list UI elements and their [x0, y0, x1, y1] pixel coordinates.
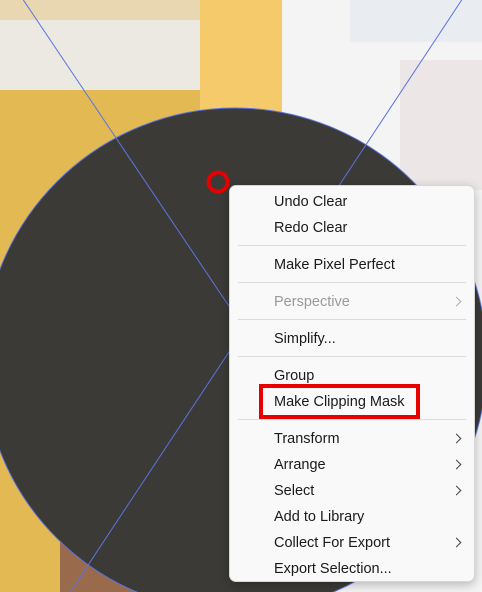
chevron-right-icon: [451, 485, 462, 496]
menu-item-simplify[interactable]: Simplify...: [274, 330, 336, 348]
context-menu: Undo Clear Redo Clear Make Pixel Perfect…: [229, 185, 475, 582]
menu-separator: [238, 282, 466, 283]
menu-item-redo-clear[interactable]: Redo Clear: [274, 219, 347, 237]
menu-item-group[interactable]: Group: [274, 367, 314, 385]
menu-item-perspective: Perspective: [274, 294, 350, 310]
menu-item-arrange[interactable]: Arrange: [274, 456, 326, 474]
menu-item-select[interactable]: Select: [274, 482, 314, 500]
menu-item-undo-clear[interactable]: Undo Clear: [274, 193, 347, 211]
chevron-right-icon: [451, 433, 462, 444]
chevron-right-icon: [451, 296, 462, 307]
menu-item-add-to-library[interactable]: Add to Library: [274, 508, 364, 526]
menu-separator: [238, 245, 466, 246]
artboard-canvas[interactable]: Undo Clear Redo Clear Make Pixel Perfect…: [0, 0, 482, 592]
menu-item-collect-for-export[interactable]: Collect For Export: [274, 534, 390, 552]
menu-item-make-pixel-perfect[interactable]: Make Pixel Perfect: [274, 256, 395, 274]
chevron-right-icon: [451, 459, 462, 470]
menu-item-export-selection[interactable]: Export Selection...: [274, 560, 392, 578]
menu-item-transform[interactable]: Transform: [274, 430, 340, 448]
menu-item-make-clipping-mask[interactable]: Make Clipping Mask: [274, 393, 405, 411]
chevron-right-icon: [451, 537, 462, 548]
menu-separator: [238, 319, 466, 320]
menu-separator: [238, 356, 466, 357]
menu-separator: [238, 419, 466, 420]
